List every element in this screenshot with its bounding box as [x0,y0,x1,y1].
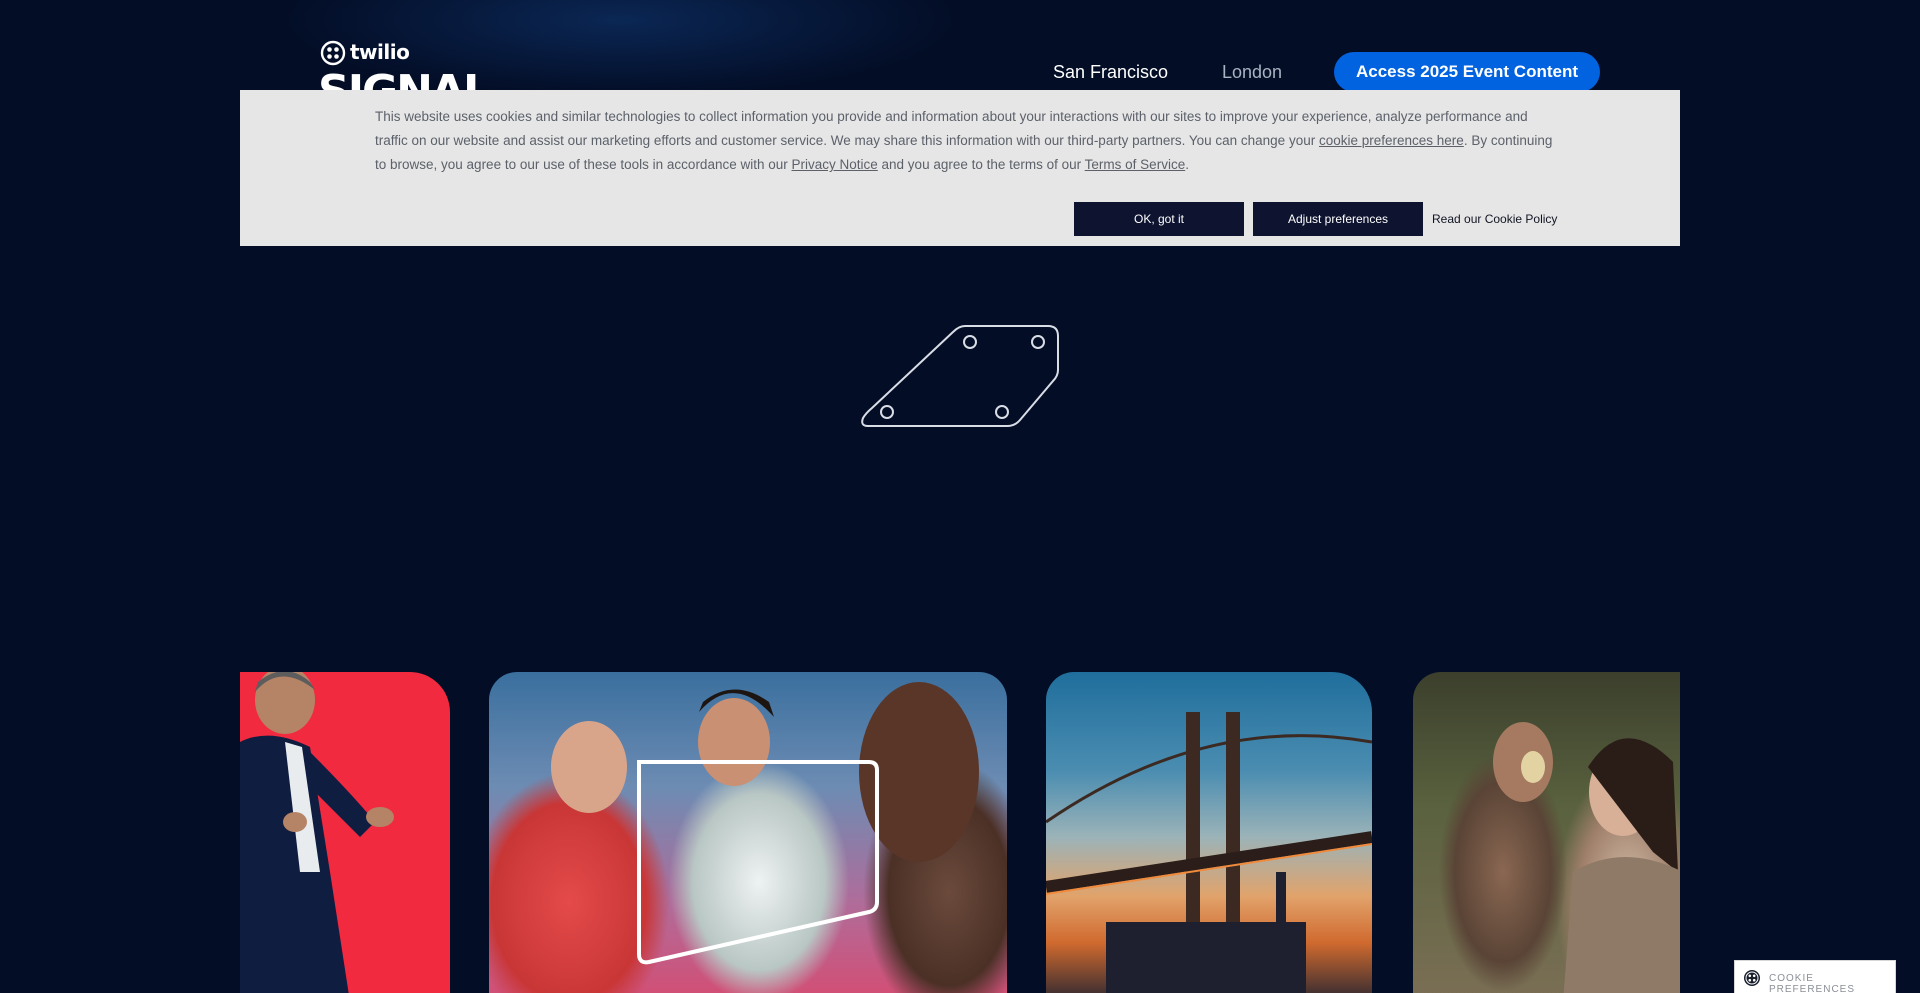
cookie-preferences-label: COOKIE PREFERENCES [1769,973,1856,993]
cookie-text-part3: and you agree to the terms of our [877,157,1085,172]
bridge-scene [1046,712,1372,993]
cookie-policy-link[interactable]: Read our Cookie Policy [1432,212,1557,226]
networking-scene [551,682,979,965]
adjust-preferences-button[interactable]: Adjust preferences [1253,202,1423,236]
cookie-banner-text: This website uses cookies and similar te… [375,105,1555,177]
cookie-text-part4: . [1185,157,1189,172]
signal-plate-graphic [861,325,1059,427]
main-nav: San Francisco London [0,52,1920,92]
golden-gate-bridge-photo [1046,672,1372,993]
twilio-logo-icon [1744,970,1760,986]
page: twilio SIGNAL San Francisco London Acces… [0,0,1920,993]
nav-london[interactable]: London [1222,62,1282,83]
ok-got-it-button[interactable]: OK, got it [1074,202,1244,236]
cookie-banner: This website uses cookies and similar te… [240,90,1680,246]
privacy-notice-link[interactable]: Privacy Notice [792,157,878,172]
speaker-photo [240,672,450,993]
nav-san-francisco[interactable]: San Francisco [1053,62,1168,83]
terms-of-service-link[interactable]: Terms of Service [1085,157,1186,172]
speaker-figure [240,672,394,993]
photo-gallery [240,620,1680,993]
cookie-preferences-tab[interactable]: COOKIE PREFERENCES [1734,960,1896,993]
listeners-scene [1493,722,1680,993]
attendees-listening-photo [1413,672,1680,993]
cookie-preferences-link[interactable]: cookie preferences here [1319,133,1464,148]
networking-photo [489,672,1007,993]
access-event-content-button[interactable]: Access 2025 Event Content [1334,52,1600,92]
